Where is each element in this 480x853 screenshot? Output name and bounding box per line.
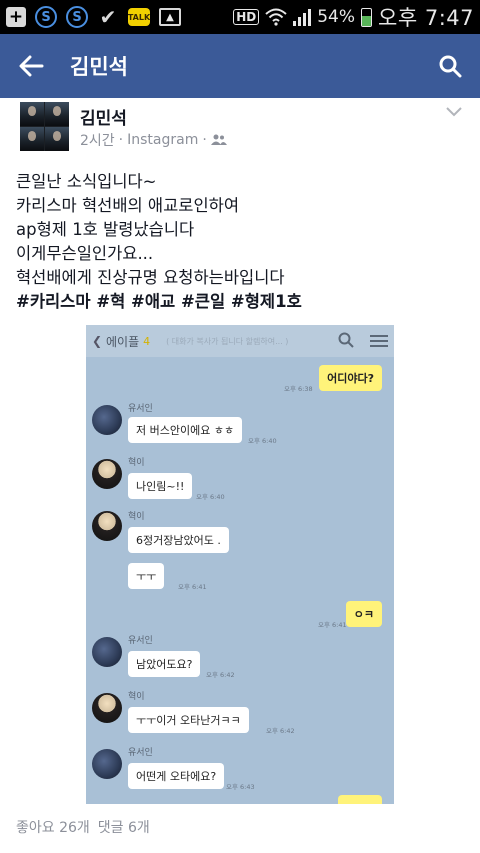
post-time[interactable]: 2시간 [80, 130, 115, 150]
image-icon: ▲ [159, 8, 181, 26]
status-bar: + S S ✔ TALK ▲ HD 54% 오후 7:47 [0, 0, 480, 34]
chevron-left-icon: ❮ [92, 334, 103, 348]
page-title: 김민석 [70, 55, 128, 79]
meta-separator: · [118, 132, 124, 148]
post-line: 큰일난 소식입니다~ [16, 172, 157, 191]
chat-member-count: 4 [143, 334, 151, 348]
post-options-button[interactable] [446, 102, 462, 121]
avatar [92, 637, 122, 667]
chat-bubble: 저 버스안이에요 ㅎㅎ [128, 417, 243, 443]
avatar [92, 511, 122, 541]
post-hashtags[interactable]: #카리스마 #혁 #애교 #큰일 #형제1호 [16, 290, 466, 314]
post-source[interactable]: Instagram [127, 132, 198, 148]
post-line: 혁선배에게 진상규명 요청하는바입니다 [16, 268, 285, 287]
chat-bubble-mine-partial [338, 795, 382, 804]
avatar [92, 693, 122, 723]
reactions-bar: 좋아요 26개 댓글 6개 [16, 817, 150, 837]
post-image[interactable]: ❮ 에이플 4 ( 대화가 복사가 됩니다 할렙하여... ) 오후 6:38 … [86, 325, 394, 804]
plus-icon: + [6, 7, 26, 27]
post-line: 카리스마 혁선배의 애교로인하여 [16, 196, 240, 215]
hd-icon: HD [233, 9, 260, 25]
post-text: 큰일난 소식입니다~ 카리스마 혁선배의 애교로인하여 ap형제 1호 발령났습… [16, 170, 466, 314]
post-meta: 2시간 · Instagram · [80, 130, 227, 150]
message-time: 오후 6:41 [178, 583, 207, 591]
message-sender: 혁이 [128, 512, 145, 522]
message-time: 오후 6:38 [284, 385, 313, 393]
talk-icon: TALK [128, 8, 150, 26]
meta-separator: · [202, 132, 207, 148]
message-sender: 유서인 [128, 748, 153, 758]
chat-faded-header: ( 대화가 복사가 됩니다 할렙하여... ) [166, 336, 289, 346]
message-sender: 혁이 [128, 692, 145, 702]
comments-count[interactable]: 댓글 6개 [98, 817, 150, 837]
avatar [92, 749, 122, 779]
chat-bubble: 어떤게 오타에요? [128, 763, 225, 789]
post-card: 김민석 2시간 · Instagram · 큰일난 소식입니다~ 카리스마 혁선… [0, 98, 480, 853]
message-time: 오후 6:40 [248, 437, 277, 445]
search-icon [439, 55, 462, 78]
friends-icon [210, 134, 227, 145]
chat-bubble-mine: 어디야다? [319, 365, 382, 391]
arrow-left-icon [19, 55, 44, 77]
app-header: 김민석 [0, 34, 480, 98]
message-time: 오후 6:40 [196, 493, 225, 501]
message-time: 오후 6:43 [226, 783, 255, 791]
search-icon [336, 332, 356, 351]
chat-bubble: 남았어도요? [128, 651, 201, 677]
signal-icon [293, 8, 312, 26]
chat-bubble-mine: ㅇㅋ [345, 601, 382, 627]
clock: 오후 7:47 [378, 6, 474, 30]
back-button[interactable] [0, 34, 62, 98]
avatar[interactable] [20, 102, 69, 151]
wifi-icon [265, 8, 287, 26]
chat-room-name: 에이플 [106, 334, 140, 349]
chat-bubble: 나인림~!! [128, 473, 193, 499]
chevron-down-icon [446, 107, 462, 117]
menu-icon [370, 335, 388, 347]
message-time: 오후 6:42 [266, 727, 295, 735]
avatar [92, 459, 122, 489]
message-sender: 유서인 [128, 636, 153, 646]
battery-percent: 54% [317, 7, 356, 27]
chat-header: ❮ 에이플 4 ( 대화가 복사가 됩니다 할렙하여... ) [86, 325, 394, 357]
s-circle-icon: S [66, 6, 88, 28]
battery-icon [361, 7, 373, 27]
post-author[interactable]: 김민석 [80, 104, 127, 129]
search-button[interactable] [420, 34, 480, 98]
post-line: 이게무슨일인가요... [16, 244, 154, 263]
chat-bubble: ㅜㅜ [128, 563, 165, 589]
avatar [92, 405, 122, 435]
chat-bubble: 6정거장남았어도 . [128, 527, 229, 553]
message-time: 오후 6:41 [318, 621, 347, 629]
s-circle-icon: S [35, 6, 57, 28]
message-sender: 유서인 [128, 404, 153, 414]
likes-count[interactable]: 좋아요 26개 [16, 817, 90, 837]
message-time: 오후 6:42 [206, 671, 235, 679]
chat-bubble: ㅜㅜ이거 오타난거ㅋㅋ [128, 707, 249, 733]
check-icon: ✔ [99, 5, 117, 29]
post-line: ap형제 1호 발령났습니다 [16, 220, 195, 239]
message-sender: 혁이 [128, 458, 145, 468]
